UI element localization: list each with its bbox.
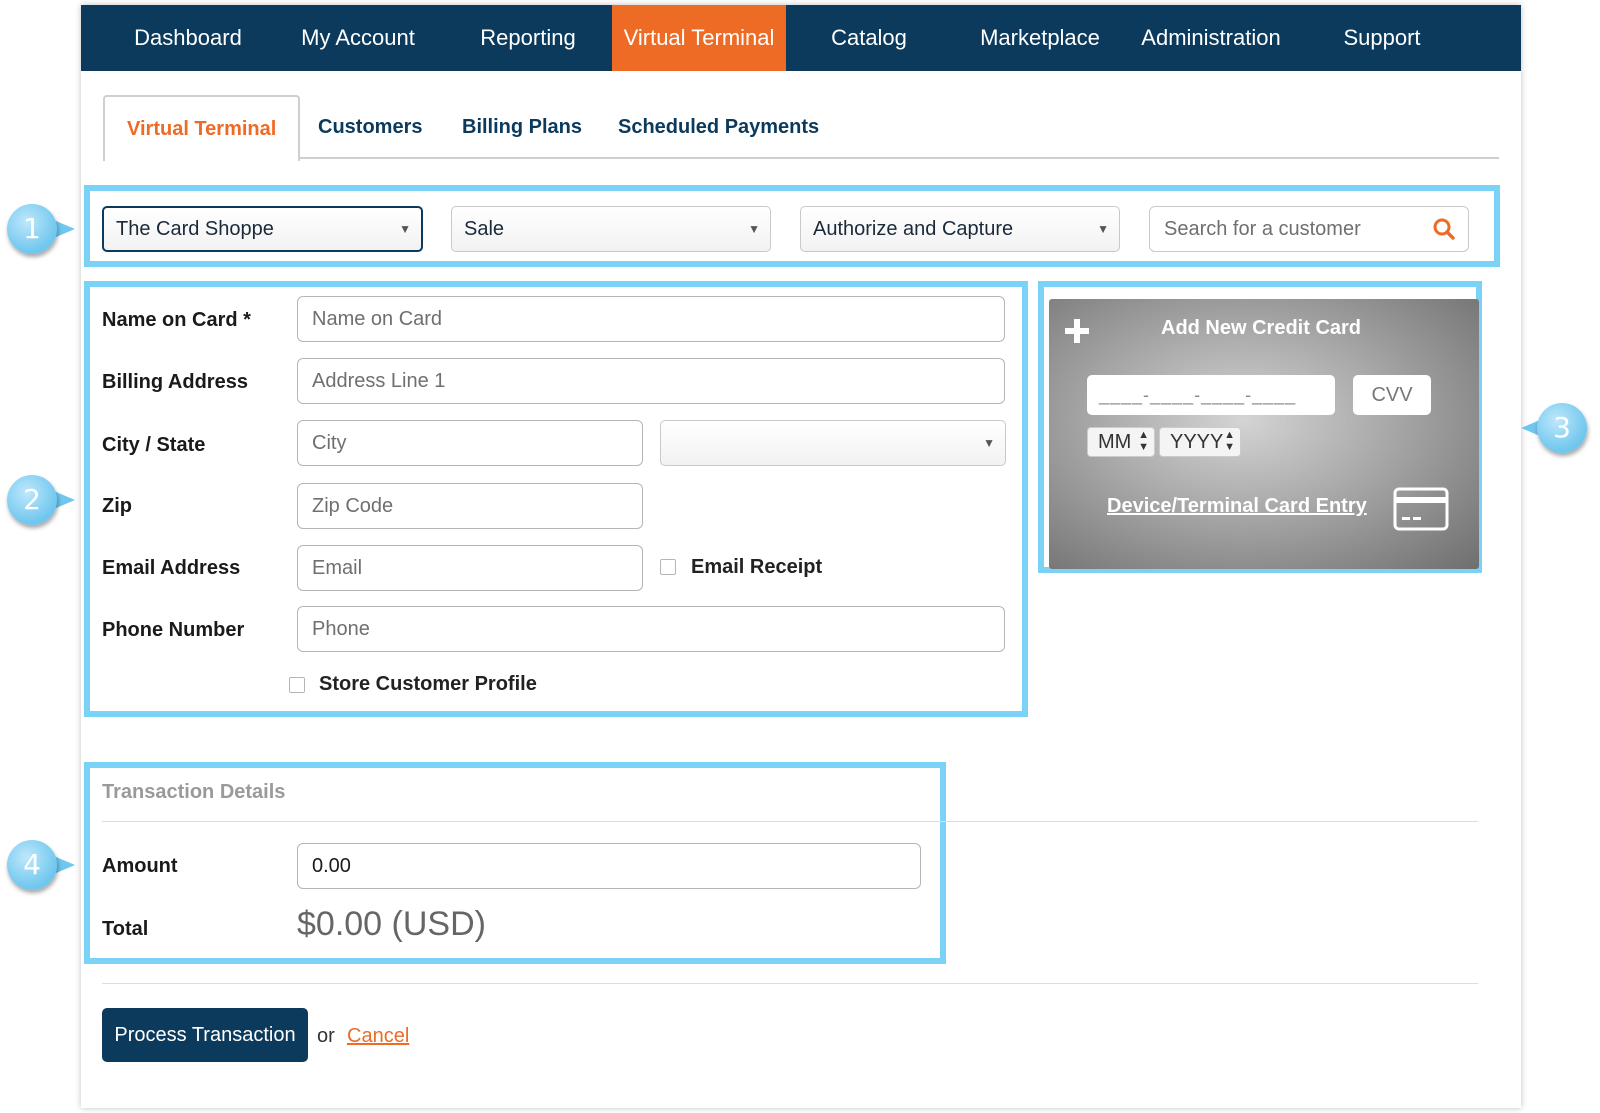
state-select[interactable]: ▼ xyxy=(660,420,1006,466)
email-receipt-label: Email Receipt xyxy=(691,556,823,578)
transaction-type-select[interactable]: Sale ▼ xyxy=(451,206,771,252)
nav-marketplace[interactable]: Marketplace xyxy=(953,5,1127,71)
zip-input[interactable]: Zip Code xyxy=(297,483,643,529)
tab-customers[interactable]: Customers xyxy=(318,95,422,159)
nav-support[interactable]: Support xyxy=(1295,5,1469,71)
nav-catalog[interactable]: Catalog xyxy=(782,5,956,71)
chevron-down-icon: ▼ xyxy=(1097,222,1109,236)
nav-virtual-terminal[interactable]: Virtual Terminal xyxy=(612,5,786,71)
city-placeholder: City xyxy=(312,432,347,454)
city-state-label: City / State xyxy=(102,434,206,456)
amount-label: Amount xyxy=(102,855,178,877)
merchant-select-value: The Card Shoppe xyxy=(116,218,274,240)
billing-address-label: Billing Address xyxy=(102,371,248,393)
name-on-card-placeholder: Name on Card xyxy=(312,308,443,330)
or-text: or xyxy=(317,1025,335,1047)
add-credit-card-panel: Add New Credit Card ____-____-____-____ … xyxy=(1049,299,1479,569)
spinner-icon: ▲ ▼ xyxy=(1138,429,1149,453)
nav-my-account[interactable]: My Account xyxy=(271,5,445,71)
email-input[interactable]: Email xyxy=(297,545,643,591)
total-label: Total xyxy=(102,918,149,940)
city-input[interactable]: City xyxy=(297,420,643,466)
zip-label: Zip xyxy=(102,495,132,517)
name-on-card-label: Name on Card * xyxy=(102,309,251,331)
expiry-month-value: MM xyxy=(1098,431,1132,453)
process-transaction-button[interactable]: Process Transaction xyxy=(102,1008,308,1062)
cvv-input[interactable]: CVV xyxy=(1353,375,1431,415)
phone-number-label: Phone Number xyxy=(102,619,245,641)
add-card-title: Add New Credit Card xyxy=(1161,317,1362,339)
customer-search-input[interactable]: Search for a customer xyxy=(1149,206,1469,252)
store-customer-profile-label: Store Customer Profile xyxy=(319,673,537,695)
divider xyxy=(102,983,1478,984)
callout-4-number: 4 xyxy=(7,840,57,890)
action-select-value: Authorize and Capture xyxy=(813,218,1014,240)
amount-input[interactable]: 0.00 xyxy=(297,843,921,889)
store-customer-profile-checkbox[interactable] xyxy=(289,677,305,693)
nav-dashboard[interactable]: Dashboard xyxy=(101,5,275,71)
merchant-select[interactable]: The Card Shoppe ▼ xyxy=(102,206,423,252)
cancel-link[interactable]: Cancel xyxy=(347,1025,409,1048)
nav-reporting[interactable]: Reporting xyxy=(441,5,615,71)
callout-1-number: 1 xyxy=(7,204,57,254)
email-receipt-checkbox[interactable] xyxy=(660,559,676,575)
expiry-year-value: YYYY xyxy=(1170,431,1224,453)
action-select[interactable]: Authorize and Capture ▼ xyxy=(800,206,1120,252)
plus-icon[interactable] xyxy=(1063,317,1091,345)
amount-value: 0.00 xyxy=(312,855,351,877)
tab-virtual-terminal[interactable]: Virtual Terminal xyxy=(103,95,301,161)
billing-address-placeholder: Address Line 1 xyxy=(312,370,446,392)
zip-placeholder: Zip Code xyxy=(312,495,394,517)
card-number-mask: ____-____-____-____ xyxy=(1099,385,1297,405)
callout-2: 2 xyxy=(7,475,75,531)
transaction-details-title: Transaction Details xyxy=(102,781,286,803)
cvv-placeholder: CVV xyxy=(1371,384,1413,406)
sub-tabs: Virtual Terminal Customers Billing Plans… xyxy=(103,95,1499,161)
callout-3: 3 xyxy=(1521,403,1593,459)
device-terminal-card-entry-link[interactable]: Device/Terminal Card Entry xyxy=(1107,495,1367,518)
card-number-input[interactable]: ____-____-____-____ xyxy=(1087,375,1335,415)
credit-card-icon[interactable] xyxy=(1393,487,1449,531)
expiry-month-select[interactable]: MM ▲ ▼ xyxy=(1087,427,1155,457)
expiry-year-select[interactable]: YYYY ▲ ▼ xyxy=(1159,427,1241,457)
spinner-icon: ▲ ▼ xyxy=(1224,429,1235,453)
chevron-down-icon: ▼ xyxy=(399,222,411,236)
phone-input[interactable]: Phone xyxy=(297,606,1005,652)
callout-3-number: 3 xyxy=(1537,403,1587,453)
tab-billing-plans[interactable]: Billing Plans xyxy=(462,95,582,159)
email-placeholder: Email xyxy=(312,557,363,579)
customer-search-placeholder: Search for a customer xyxy=(1164,218,1361,240)
phone-placeholder: Phone xyxy=(312,618,370,640)
name-on-card-input[interactable]: Name on Card xyxy=(297,296,1005,342)
callout-1: 1 xyxy=(7,204,75,260)
virtual-terminal-app: Dashboard My Account Reporting Virtual T… xyxy=(81,5,1521,1108)
chevron-down-icon: ▼ xyxy=(748,222,760,236)
nav-administration[interactable]: Administration xyxy=(1124,5,1298,71)
billing-address-input[interactable]: Address Line 1 xyxy=(297,358,1005,404)
chevron-down-icon: ▼ xyxy=(983,436,995,450)
total-value: $0.00 (USD) xyxy=(297,905,486,943)
search-icon[interactable] xyxy=(1432,217,1456,241)
transaction-type-value: Sale xyxy=(464,218,505,240)
tab-scheduled-payments[interactable]: Scheduled Payments xyxy=(618,95,819,159)
top-navigation: Dashboard My Account Reporting Virtual T… xyxy=(81,5,1521,71)
callout-2-number: 2 xyxy=(7,475,57,525)
email-address-label: Email Address xyxy=(102,557,241,579)
divider xyxy=(102,821,1478,822)
callout-4: 4 xyxy=(7,840,75,896)
